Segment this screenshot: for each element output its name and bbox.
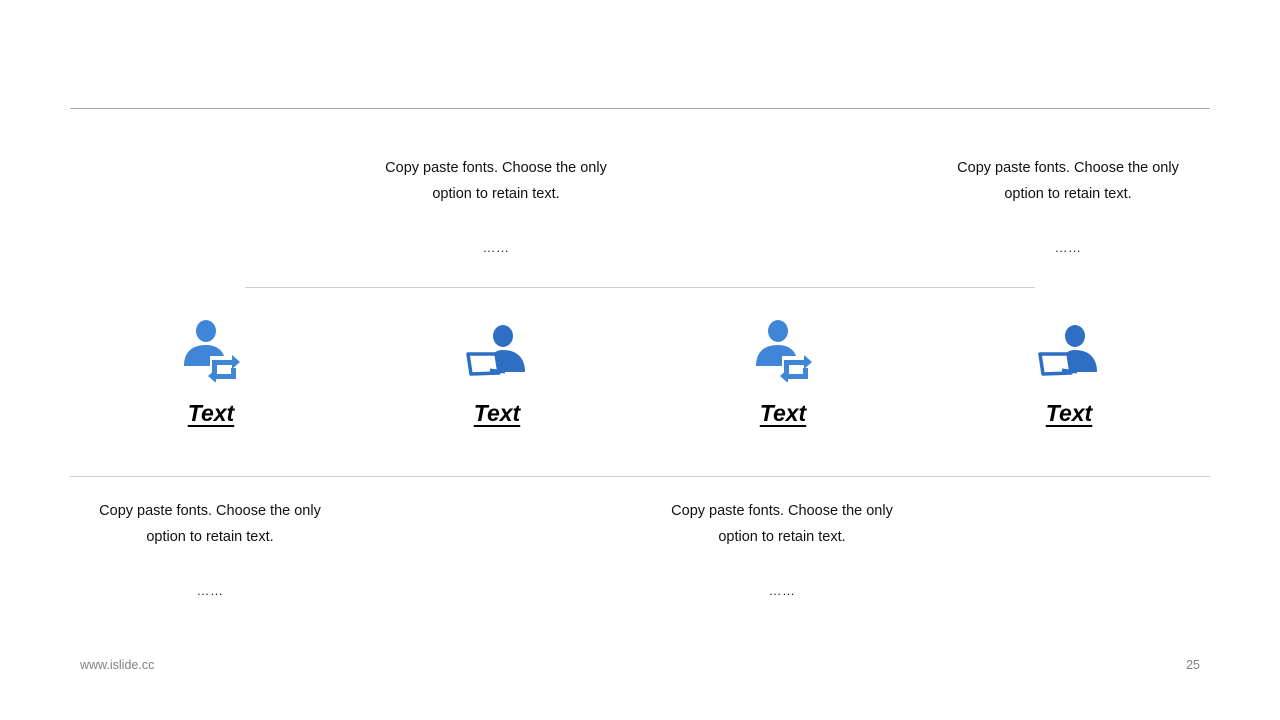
top-description-2: Copy paste fonts. Choose the only option… — [957, 160, 1179, 202]
user-sync-icon — [180, 318, 244, 382]
top-ellipsis-1: …… — [482, 240, 510, 255]
bottom-description-2: Copy paste fonts. Choose the only option… — [671, 503, 893, 545]
top-ellipsis-2: …… — [1054, 240, 1082, 255]
user-sync-icon — [752, 318, 816, 382]
top-divider — [70, 108, 1210, 109]
bottom-ellipsis-1: …… — [196, 583, 224, 598]
icon-label-2: Text — [473, 400, 521, 426]
icon-label-1: Text — [187, 400, 235, 426]
user-tablet-icon — [1037, 320, 1101, 384]
bottom-description-1: Copy paste fonts. Choose the only option… — [99, 503, 321, 545]
top-description-1: Copy paste fonts. Choose the only option… — [385, 160, 607, 202]
icon-label-3: Text — [759, 400, 807, 426]
bottom-divider — [70, 476, 1210, 477]
bottom-ellipsis-2: …… — [768, 583, 796, 598]
icon-label-4: Text — [1045, 400, 1093, 426]
page-number: 25 — [1186, 658, 1200, 672]
footer-url: www.islide.cc — [80, 658, 155, 672]
middle-divider — [245, 287, 1035, 288]
user-tablet-icon — [465, 320, 529, 384]
